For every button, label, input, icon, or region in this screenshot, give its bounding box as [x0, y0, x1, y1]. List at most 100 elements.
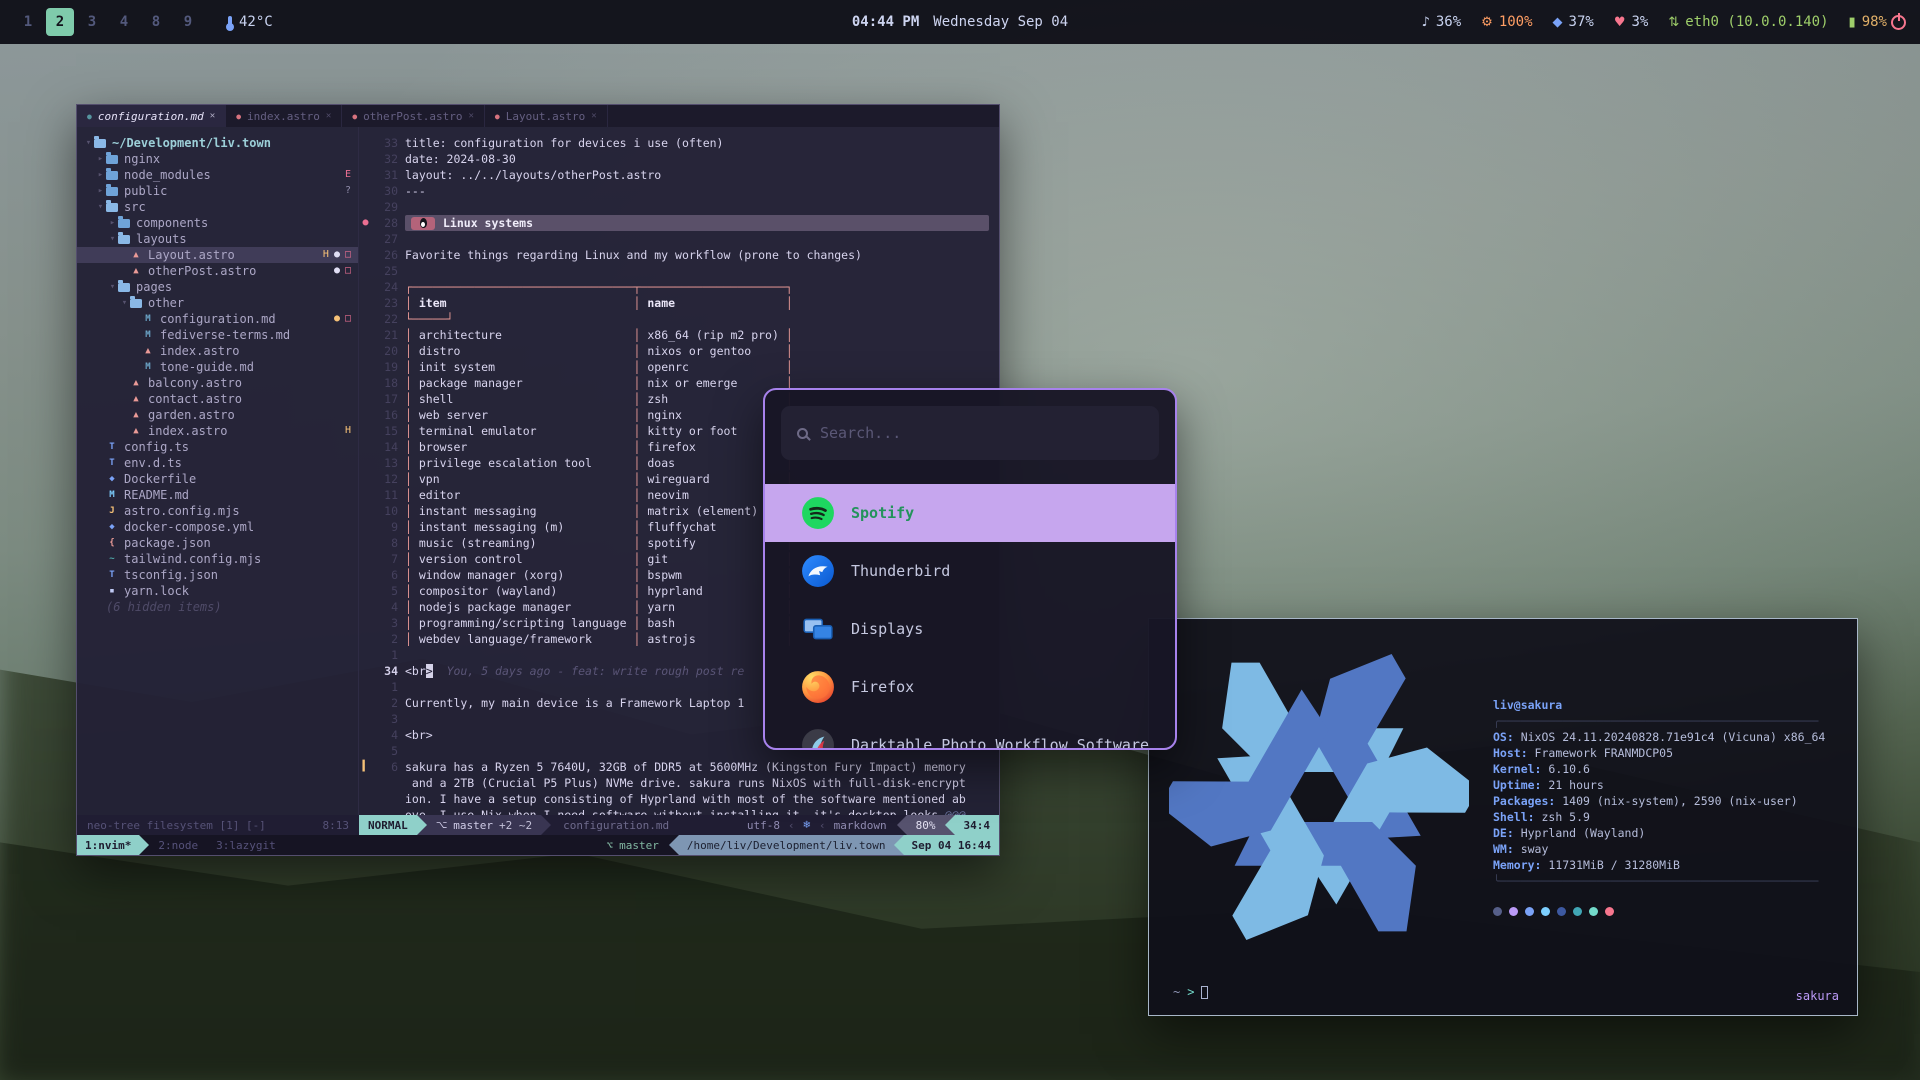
tmux-window-3:lazygit[interactable]: 3:lazygit [207, 835, 285, 855]
editor-line[interactable]: 24┌────────────────────────────────┬────… [359, 279, 999, 295]
tree-item-docker-compose.yml[interactable]: ◆docker-compose.yml [77, 519, 358, 535]
workspace-8[interactable]: 8 [142, 8, 170, 36]
power-icon[interactable] [1891, 15, 1906, 30]
editor-line[interactable]: ion. I have a setup consisting of Hyprla… [359, 791, 999, 807]
line-number: 11 [372, 487, 405, 503]
editor-line[interactable]: 31layout: ../../layouts/otherPost.astro [359, 167, 999, 183]
close-tab-icon[interactable]: ✕ [591, 111, 596, 121]
tmux-git-branch: ⌥ master [596, 835, 668, 855]
tree-item-astro.config.mjs[interactable]: Jastro.config.mjs [77, 503, 358, 519]
tree-item-Layout.astro[interactable]: ▲Layout.astroH●□ [77, 247, 358, 263]
editor-line[interactable]: 21│ architecture │ x86_64 (rip m2 pro) │ [359, 327, 999, 343]
tree-item-env.d.ts[interactable]: Tenv.d.ts [77, 455, 358, 471]
tree-item-yarn.lock[interactable]: ▪yarn.lock [77, 583, 358, 599]
launcher-item-Darktable Photo Workflow Software[interactable]: Darktable Photo Workflow Software [765, 716, 1175, 748]
tree-item-tailwind.config.mjs[interactable]: ~tailwind.config.mjs [77, 551, 358, 567]
tree-item-fediverse-terms.md[interactable]: Mfediverse-terms.md [77, 327, 358, 343]
tree-item-node_modules[interactable]: ▸node_modulesE [77, 167, 358, 183]
editor-line[interactable]: and a 2TB (Crucial P5 Plus) NVMe drive. … [359, 775, 999, 791]
tree-item-tsconfig.json[interactable]: Ttsconfig.json [77, 567, 358, 583]
tree-item-pages[interactable]: ▾pages [77, 279, 358, 295]
editor-line[interactable]: 27 [359, 231, 999, 247]
tree-item-garden.astro[interactable]: ▲garden.astro [77, 407, 358, 423]
gutter-sign [359, 455, 372, 471]
clock[interactable]: 04:44 PM Wednesday Sep 04 [852, 14, 1068, 30]
workspace-9[interactable]: 9 [174, 8, 202, 36]
editor-line[interactable]: 25 [359, 263, 999, 279]
gutter-sign [359, 535, 372, 551]
close-tab-icon[interactable]: ✕ [326, 111, 331, 121]
gutter-sign [359, 791, 372, 807]
cpu-module[interactable]: ♥3% [1614, 14, 1649, 30]
tree-item-layouts[interactable]: ▾layouts [77, 231, 358, 247]
git-status[interactable]: ⌥ master +2 ~2 [427, 815, 541, 835]
linux-penguin-icon [420, 218, 427, 228]
tree-item-package.json[interactable]: {package.json [77, 535, 358, 551]
workspace-4[interactable]: 4 [110, 8, 138, 36]
launcher-item-Displays[interactable]: Displays [765, 600, 1175, 658]
fetch-terminal[interactable]: liv@sakura╭─────────────────────────────… [1148, 618, 1858, 1016]
tree-item-other[interactable]: ▾other [77, 295, 358, 311]
tree-item-README.md[interactable]: MREADME.md [77, 487, 358, 503]
brightness-module[interactable]: ⚙100% [1481, 14, 1532, 30]
app-launcher[interactable]: SpotifyThunderbirdDisplaysFirefoxDarktab… [763, 388, 1177, 750]
tree-item-contact.astro[interactable]: ▲contact.astro [77, 391, 358, 407]
close-tab-icon[interactable]: ✕ [210, 111, 215, 121]
tree-root[interactable]: ▾~/Development/liv.town [77, 135, 358, 151]
tree-item-config.ts[interactable]: Tconfig.ts [77, 439, 358, 455]
launcher-item-Spotify[interactable]: Spotify [765, 484, 1175, 542]
editor-line[interactable]: 26Favorite things regarding Linux and my… [359, 247, 999, 263]
gutter-sign [359, 327, 372, 343]
tree-item-index.astro[interactable]: ▲index.astroH [77, 423, 358, 439]
tree-item-otherPost.astro[interactable]: ▲otherPost.astro●□ [77, 263, 358, 279]
tab-configuration.md[interactable]: ●configuration.md✕ [77, 105, 226, 127]
shell-prompt[interactable]: ~ > [1173, 985, 1208, 999]
battery-module[interactable]: ▮98% [1849, 14, 1887, 30]
editor-line[interactable]: 30--- [359, 183, 999, 199]
launcher-item-Thunderbird[interactable]: Thunderbird [765, 542, 1175, 600]
tree-item-index.astro[interactable]: ▲index.astro [77, 343, 358, 359]
close-tab-icon[interactable]: ✕ [469, 111, 474, 121]
tree-item-public[interactable]: ▸public? [77, 183, 358, 199]
tree-item-balcony.astro[interactable]: ▲balcony.astro [77, 375, 358, 391]
line-number: 12 [372, 471, 405, 487]
search-box[interactable] [781, 406, 1159, 460]
tab-Layout.astro[interactable]: ●Layout.astro✕ [485, 105, 608, 127]
editor-line[interactable]: 20│ distro │ nixos or gentoo │ [359, 343, 999, 359]
tmux-window-2:node[interactable]: 2:node [149, 835, 207, 855]
tree-item-tone-guide.md[interactable]: Mtone-guide.md [77, 359, 358, 375]
file-tree[interactable]: ▾~/Development/liv.town▸nginx▸node_modul… [77, 127, 359, 815]
tab-index.astro[interactable]: ●index.astro✕ [226, 105, 342, 127]
thunderbird-icon [801, 554, 835, 588]
editor-line[interactable]: ove. I use Nix when I need software with… [359, 807, 999, 815]
editor-line[interactable]: 32date: 2024-08-30 [359, 151, 999, 167]
editor-line[interactable]: 22└─────┘ [359, 311, 999, 327]
launcher-item-Firefox[interactable]: Firefox [765, 658, 1175, 716]
git-markers: ●□ [334, 263, 358, 279]
tree-item-nginx[interactable]: ▸nginx [77, 151, 358, 167]
editor-line[interactable]: 23│ item │ name │ [359, 295, 999, 311]
tree-item-components[interactable]: ▸components [77, 215, 358, 231]
line-number: 29 [372, 199, 405, 215]
network-module[interactable]: ⇅eth0 (10.0.0.140) [1668, 14, 1828, 30]
gutter-sign [359, 199, 372, 215]
editor-line[interactable]: 29 [359, 199, 999, 215]
workspace-3[interactable]: 3 [78, 8, 106, 36]
disk-module[interactable]: ◆37% [1553, 14, 1594, 30]
tree-item-configuration.md[interactable]: Mconfiguration.md●□ [77, 311, 358, 327]
workspace-1[interactable]: 1 [14, 8, 42, 36]
editor-line[interactable]: ●28Linux systems [359, 215, 999, 231]
tmux-window-active[interactable]: 1:nvim* [77, 835, 139, 855]
search-input[interactable] [820, 424, 1143, 442]
editor-line[interactable]: 19│ init system │ openrc │ [359, 359, 999, 375]
tab-otherPost.astro[interactable]: ●otherPost.astro✕ [342, 105, 485, 127]
editor-line[interactable]: 33title: configuration for devices i use… [359, 135, 999, 151]
workspace-2[interactable]: 2 [46, 8, 74, 36]
temperature-module[interactable]: 42°C [228, 14, 273, 30]
volume-module[interactable]: ♪36% [1422, 14, 1462, 30]
tree-item-Dockerfile[interactable]: ◆Dockerfile [77, 471, 358, 487]
line-number: 19 [372, 359, 405, 375]
gutter-sign [359, 727, 372, 743]
editor-line[interactable]: ▍6sakura has a Ryzen 5 7640U, 32GB of DD… [359, 759, 999, 775]
tree-item-src[interactable]: ▾src [77, 199, 358, 215]
